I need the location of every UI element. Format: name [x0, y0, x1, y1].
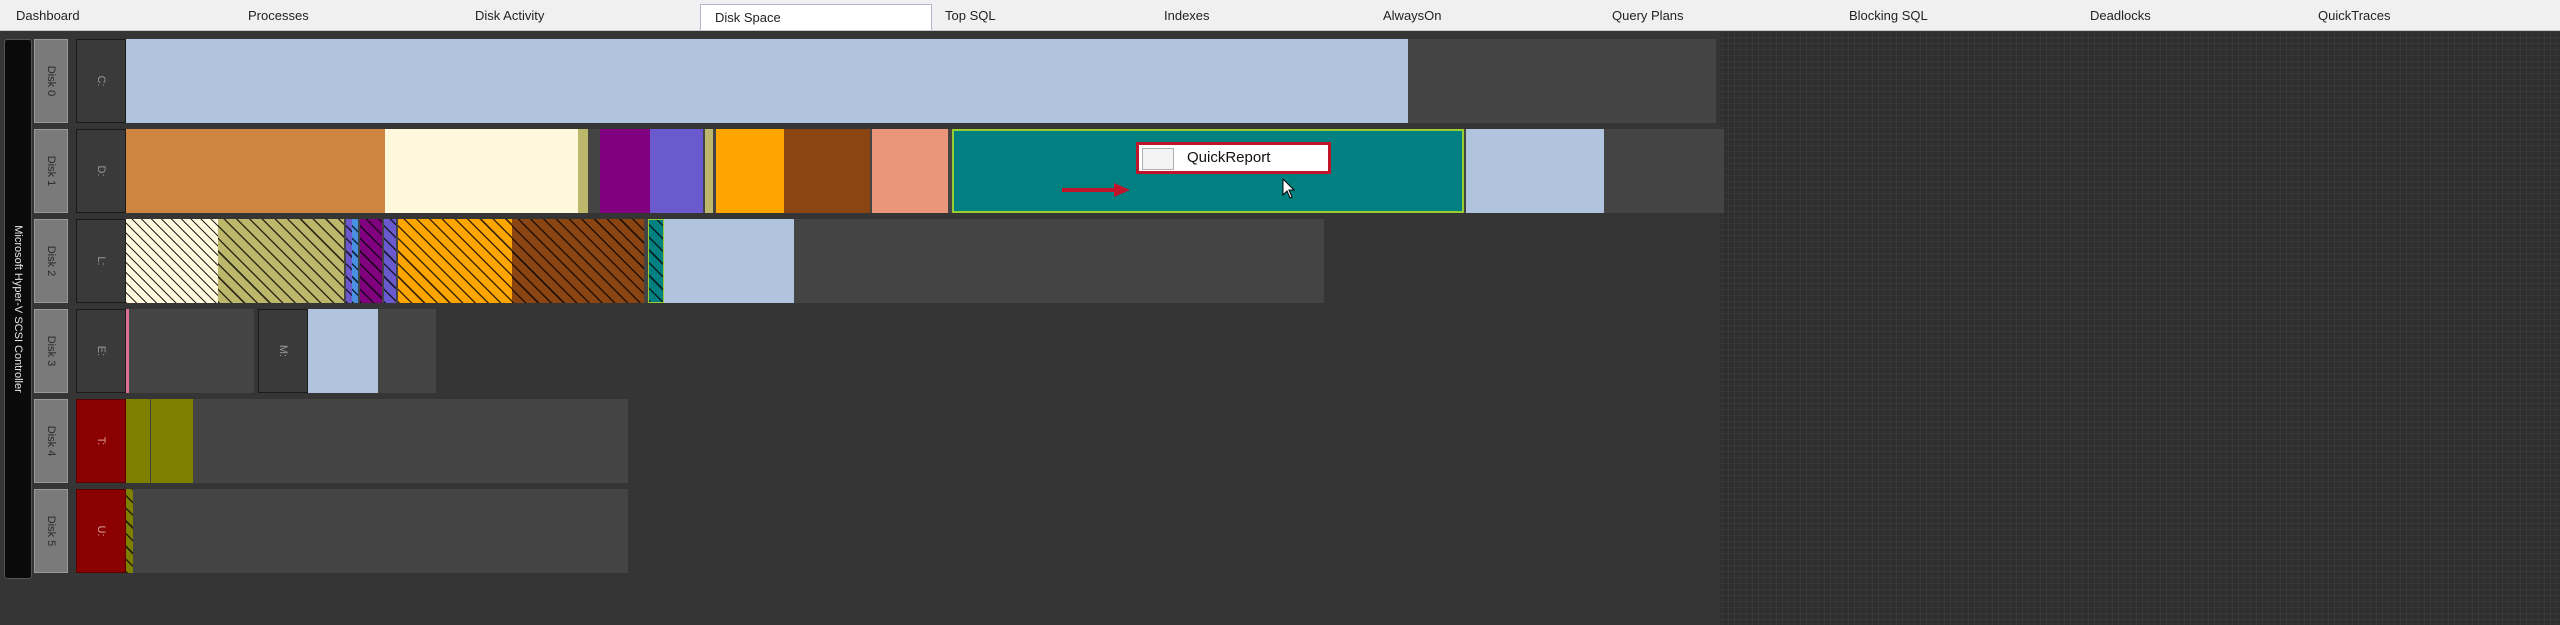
volume-m-label: M:	[277, 344, 289, 358]
disk-2-segment[interactable]	[218, 219, 344, 303]
disk-0-file-segment[interactable]	[126, 39, 1408, 123]
volume-c[interactable]: C:	[76, 39, 126, 123]
disk-2-segment[interactable]	[664, 219, 794, 303]
tab-processes[interactable]: Processes	[248, 3, 309, 29]
disk-2-segment[interactable]	[360, 219, 382, 303]
disk-2-segment[interactable]	[512, 219, 644, 303]
disk-1-segment[interactable]	[705, 129, 713, 213]
disk-1-segment[interactable]	[784, 129, 870, 213]
quickreport-menu-item[interactable]: QuickReport	[1136, 142, 1331, 174]
disk-3-segment[interactable]	[308, 309, 378, 393]
volume-l[interactable]: L:	[76, 219, 126, 303]
disk-3-label[interactable]: Disk 3	[34, 309, 68, 393]
disk-5-segment[interactable]	[126, 489, 133, 573]
tab-quicktraces[interactable]: QuickTraces	[2318, 3, 2390, 29]
disk-2-segment[interactable]	[648, 219, 664, 303]
disk-0-label[interactable]: Disk 0	[34, 39, 68, 123]
disk-1-segment[interactable]	[578, 129, 588, 213]
disk-0-label-text: Disk 0	[45, 65, 57, 97]
disk-1-segment[interactable]	[600, 129, 650, 213]
scsi-controller[interactable]: Microsoft Hyper-V SCSI Controller	[4, 39, 32, 579]
disk-1-segment[interactable]	[872, 129, 948, 213]
tab-alwayson[interactable]: AlwaysOn	[1383, 3, 1442, 29]
tab-dashboard[interactable]: Dashboard	[16, 3, 80, 29]
volume-m[interactable]: M:	[258, 309, 308, 393]
tab-blocking-sql[interactable]: Blocking SQL	[1849, 3, 1928, 29]
disk-5-label[interactable]: Disk 5	[34, 489, 68, 573]
mouse-cursor-icon	[1282, 178, 1296, 199]
disk-4-segment[interactable]	[126, 399, 150, 483]
disk-1-segment[interactable]	[1466, 129, 1604, 213]
disk-5-free-space	[126, 489, 628, 573]
disk-1-label-text: Disk 1	[45, 155, 57, 187]
disk-1-segment[interactable]	[385, 129, 578, 213]
disk-2-label-text: Disk 2	[45, 245, 57, 277]
disk-2-segment[interactable]	[352, 219, 358, 303]
disk-2-segment[interactable]	[398, 219, 512, 303]
disk-3-segment[interactable]	[126, 309, 129, 393]
volume-t-label: T:	[95, 436, 107, 446]
volume-c-label: C:	[95, 75, 107, 87]
volume-e-label: E:	[95, 345, 107, 357]
volume-d-label: D:	[95, 165, 107, 177]
disk-1-segment[interactable]	[650, 129, 703, 213]
controller-label: Microsoft Hyper-V SCSI Controller	[12, 225, 24, 393]
volume-u[interactable]: U:	[76, 489, 126, 573]
disk-3-label-text: Disk 3	[45, 335, 57, 367]
disk-4-segment[interactable]	[151, 399, 193, 483]
disk-1-segment[interactable]	[716, 129, 784, 213]
tab-indexes[interactable]: Indexes	[1164, 3, 1210, 29]
volume-u-label: U:	[95, 525, 107, 537]
disk-2-segment[interactable]	[384, 219, 396, 303]
disk-1-segment[interactable]	[126, 129, 385, 213]
volume-d[interactable]: D:	[76, 129, 126, 213]
report-icon	[1142, 148, 1174, 170]
tab-bar: Dashboard Processes Disk Activity Disk S…	[0, 0, 2560, 31]
volume-l-label: L:	[95, 256, 107, 266]
disk-5-label-text: Disk 5	[45, 515, 57, 547]
disk-2-label[interactable]: Disk 2	[34, 219, 68, 303]
tab-top-sql[interactable]: Top SQL	[945, 3, 996, 29]
disk-4-label-text: Disk 4	[45, 425, 57, 457]
disk-space-view: Microsoft Hyper-V SCSI Controller Disk 0…	[0, 31, 2560, 625]
tab-disk-space[interactable]: Disk Space	[700, 4, 932, 30]
disk-3-free-space	[126, 309, 254, 393]
tab-deadlocks[interactable]: Deadlocks	[2090, 3, 2151, 29]
arrow-right-icon	[1062, 183, 1130, 197]
quickreport-label: QuickReport	[1187, 149, 1271, 166]
disk-4-free-space	[126, 399, 628, 483]
disk-4-label[interactable]: Disk 4	[34, 399, 68, 483]
volume-t[interactable]: T:	[76, 399, 126, 483]
tab-disk-activity[interactable]: Disk Activity	[475, 3, 544, 29]
tab-query-plans[interactable]: Query Plans	[1612, 3, 1684, 29]
volume-e[interactable]: E:	[76, 309, 126, 393]
disk-2-segment[interactable]	[126, 219, 218, 303]
disk-1-label[interactable]: Disk 1	[34, 129, 68, 213]
